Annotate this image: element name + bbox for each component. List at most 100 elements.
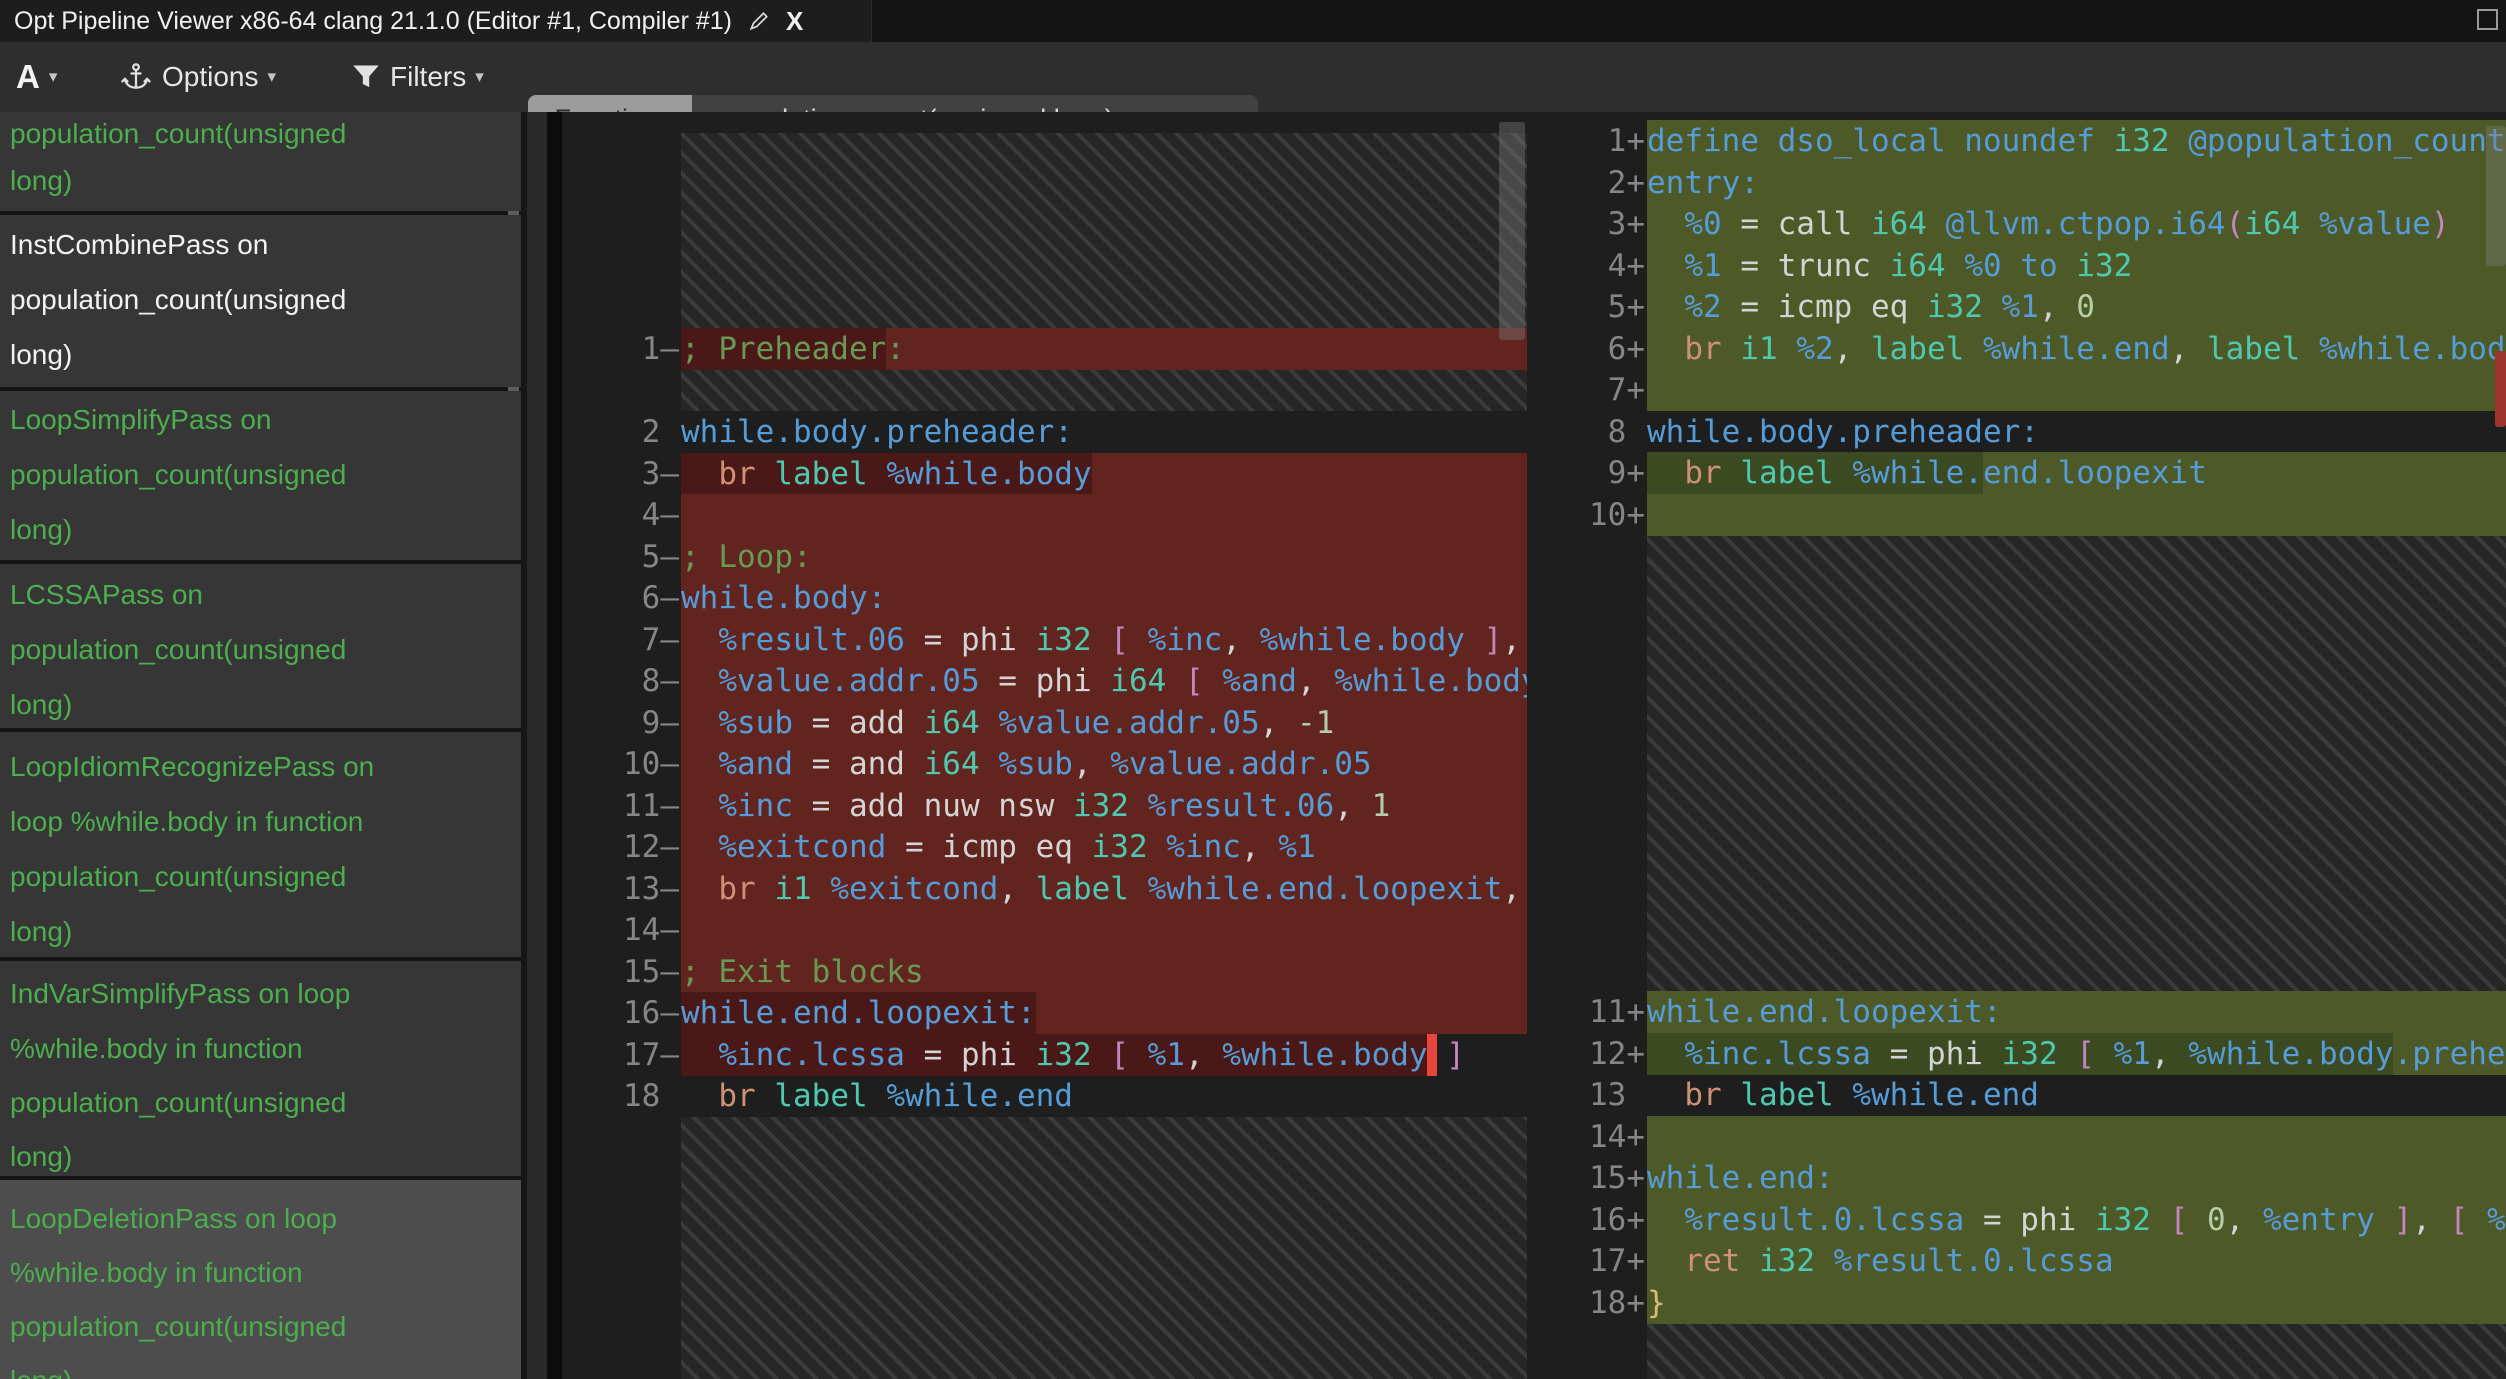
code-line[interactable]: 6+ br i1 %2, label %while.end, label %wh…	[1530, 328, 2506, 370]
code-line[interactable]: 18 br label %while.end	[562, 1075, 1530, 1117]
code-line-text: %and = and i64 %sub, %value.addr.05	[681, 743, 1527, 785]
overview-ruler-marker[interactable]	[2495, 351, 2506, 427]
code-line[interactable]: 10— %and = and i64 %sub, %value.addr.05	[562, 743, 1530, 785]
pass-entry[interactable]: LoopIdiomRecognizePass onloop %while.bod…	[0, 732, 521, 957]
code-line-text: while.body.preheader:	[1647, 411, 2506, 453]
rename-icon[interactable]	[748, 10, 770, 32]
window-tab[interactable]: Opt Pipeline Viewer x86-64 clang 21.1.0 …	[0, 0, 872, 42]
code-line[interactable]: 4+ %1 = trunc i64 %0 to i32	[1530, 245, 2506, 287]
filter-funnel-icon	[352, 64, 380, 90]
pass-entry-line: loop %while.body in function	[10, 802, 363, 842]
code-line[interactable]: 9+ br label %while.end.loopexit	[1530, 452, 2506, 494]
code-line[interactable]: 6—while.body:	[562, 577, 1530, 619]
pass-entry-line: long)	[10, 1137, 72, 1176]
pane-divider[interactable]	[547, 112, 562, 1379]
line-number: 16—	[562, 992, 679, 1034]
code-line-text: br label %while.end.loopexit	[1647, 452, 2506, 494]
anchor-icon	[120, 61, 152, 93]
code-line[interactable]: 11— %inc = add nuw nsw i32 %result.06, 1	[562, 785, 1530, 827]
code-line[interactable]: 8 while.body.preheader:	[1530, 411, 2506, 453]
code-line[interactable]: 2+entry:	[1530, 162, 2506, 204]
code-line-text: br i1 %exitcond, label %while.end.loopex…	[681, 868, 1527, 910]
code-line[interactable]: 14—	[562, 909, 1530, 951]
options-button[interactable]: Options ▾	[120, 42, 276, 112]
line-number: 3—	[562, 453, 679, 495]
code-line-text: %inc.lcssa = phi i32 [ %1, %while.body ]	[681, 1034, 1527, 1076]
line-number: 18	[562, 1075, 679, 1117]
line-number: 13—	[562, 868, 679, 910]
diff-after-pane: 1+define dso_local noundef i32 @populati…	[1530, 112, 2506, 1379]
code-line[interactable]: 15+while.end:	[1530, 1157, 2506, 1199]
pass-entry-line: IndVarSimplifyPass on loop	[10, 974, 350, 1014]
code-line[interactable]: 5—; Loop:	[562, 536, 1530, 578]
code-line[interactable]: 15—; Exit blocks	[562, 951, 1530, 993]
pass-entry[interactable]: LCSSAPass on population_count(unsignedlon…	[0, 564, 521, 728]
line-number: 6—	[562, 577, 679, 619]
line-number: 9+	[1530, 452, 1645, 494]
filters-button[interactable]: Filters ▾	[352, 42, 484, 112]
line-number: 2+	[1530, 162, 1645, 204]
code-line[interactable]: 1+define dso_local noundef i32 @populati…	[1530, 120, 2506, 162]
code-line[interactable]: 16—while.end.loopexit:	[562, 992, 1530, 1034]
code-line-text: br label %while.body	[681, 453, 1527, 495]
pass-entry-line: population_count(unsigned	[10, 630, 346, 670]
line-number: 4—	[562, 494, 679, 536]
pass-entry[interactable]: IndVarSimplifyPass on loop%while.body in…	[0, 961, 521, 1176]
pass-entry[interactable]: LoopDeletionPass on loop%while.body in f…	[0, 1180, 521, 1379]
pass-entry[interactable]: population_count(unsigned long)	[0, 112, 521, 211]
code-line[interactable]: 4—	[562, 494, 1530, 536]
pass-entry[interactable]: InstCombinePass onpopulation_count(unsig…	[0, 215, 521, 387]
code-line[interactable]: 12+ %inc.lcssa = phi i32 [ %1, %while.bo…	[1530, 1033, 2506, 1075]
code-line[interactable]: 9— %sub = add i64 %value.addr.05, -1	[562, 702, 1530, 744]
line-number: 12—	[562, 826, 679, 868]
line-number: 7—	[562, 619, 679, 661]
line-number: 17—	[562, 1034, 679, 1076]
pass-entry-line: population_count(unsigned	[10, 114, 346, 154]
pass-entry-line: LoopDeletionPass on loop	[10, 1199, 337, 1239]
code-line[interactable]: 14+	[1530, 1116, 2506, 1158]
code-line-text: while.end.loopexit:	[681, 992, 1527, 1034]
diff-before-pane: 1—; Preheader: 2 while.body.preheader:3— …	[562, 112, 1530, 1379]
pass-entry-line: population_count(unsigned	[10, 455, 346, 495]
code-line[interactable]: 13 br label %while.end	[1530, 1074, 2506, 1116]
code-line[interactable]: 17+ ret i32 %result.0.lcssa	[1530, 1240, 2506, 1282]
code-line[interactable]: 5+ %2 = icmp eq i32 %1, 0	[1530, 286, 2506, 328]
pane-divider	[527, 112, 547, 1379]
pass-entry-line: long)	[10, 685, 72, 725]
font-size-button[interactable]: A ▾	[16, 42, 57, 112]
code-line-text: %0 = call i64 @llvm.ctpop.i64(i64 %value…	[1647, 203, 2506, 245]
line-number: 1—	[562, 328, 679, 370]
scrollbar-thumb[interactable]	[2486, 126, 2506, 266]
line-number: 10—	[562, 743, 679, 785]
pass-entry-line: LCSSAPass on	[10, 575, 203, 615]
code-line[interactable]: 10+	[1530, 494, 2506, 536]
code-line[interactable]: 8— %value.addr.05 = phi i64 [ %and, %whi…	[562, 660, 1530, 702]
pass-entry[interactable]: LoopSimplifyPass onpopulation_count(unsi…	[0, 391, 521, 560]
pass-entry-line: population_count(unsigned	[10, 1307, 346, 1347]
code-line[interactable]: 3+ %0 = call i64 @llvm.ctpop.i64(i64 %va…	[1530, 203, 2506, 245]
code-line[interactable]: 11+while.end.loopexit:	[1530, 991, 2506, 1033]
code-line[interactable]: 17— %inc.lcssa = phi i32 [ %1, %while.bo…	[562, 1034, 1530, 1076]
code-line[interactable]: 7+	[1530, 369, 2506, 411]
filters-label: Filters	[390, 61, 466, 93]
code-line-text: %1 = trunc i64 %0 to i32	[1647, 245, 2506, 287]
maximize-icon[interactable]	[2477, 9, 2498, 30]
close-icon[interactable]: X	[786, 8, 803, 34]
pass-entry-line: long)	[10, 161, 72, 201]
chevron-down-icon: ▾	[268, 67, 277, 87]
code-line[interactable]: 3— br label %while.body	[562, 453, 1530, 495]
code-line[interactable]: 18+}	[1530, 1282, 2506, 1324]
code-line[interactable]: 13— br i1 %exitcond, label %while.end.lo…	[562, 868, 1530, 910]
code-line[interactable]: 1—; Preheader:	[562, 328, 1530, 370]
code-line[interactable]: 7— %result.06 = phi i32 [ %inc, %while.b…	[562, 619, 1530, 661]
code-line-text: %result.06 = phi i32 [ %inc, %while.body…	[681, 619, 1527, 661]
code-line-text: %result.0.lcssa = phi i32 [ 0, %entry ],…	[1647, 1199, 2506, 1241]
scrollbar-thumb[interactable]	[1499, 122, 1525, 340]
pass-entry-line: population_count(unsigned	[10, 857, 346, 897]
code-line[interactable]: 2 while.body.preheader:	[562, 411, 1530, 453]
code-line[interactable]: 12— %exitcond = icmp eq i32 %inc, %1	[562, 826, 1530, 868]
code-line[interactable]: 16+ %result.0.lcssa = phi i32 [ 0, %entr…	[1530, 1199, 2506, 1241]
line-number: 9—	[562, 702, 679, 744]
chevron-down-icon: ▾	[475, 67, 484, 87]
code-line-text: ; Loop:	[681, 536, 1527, 578]
